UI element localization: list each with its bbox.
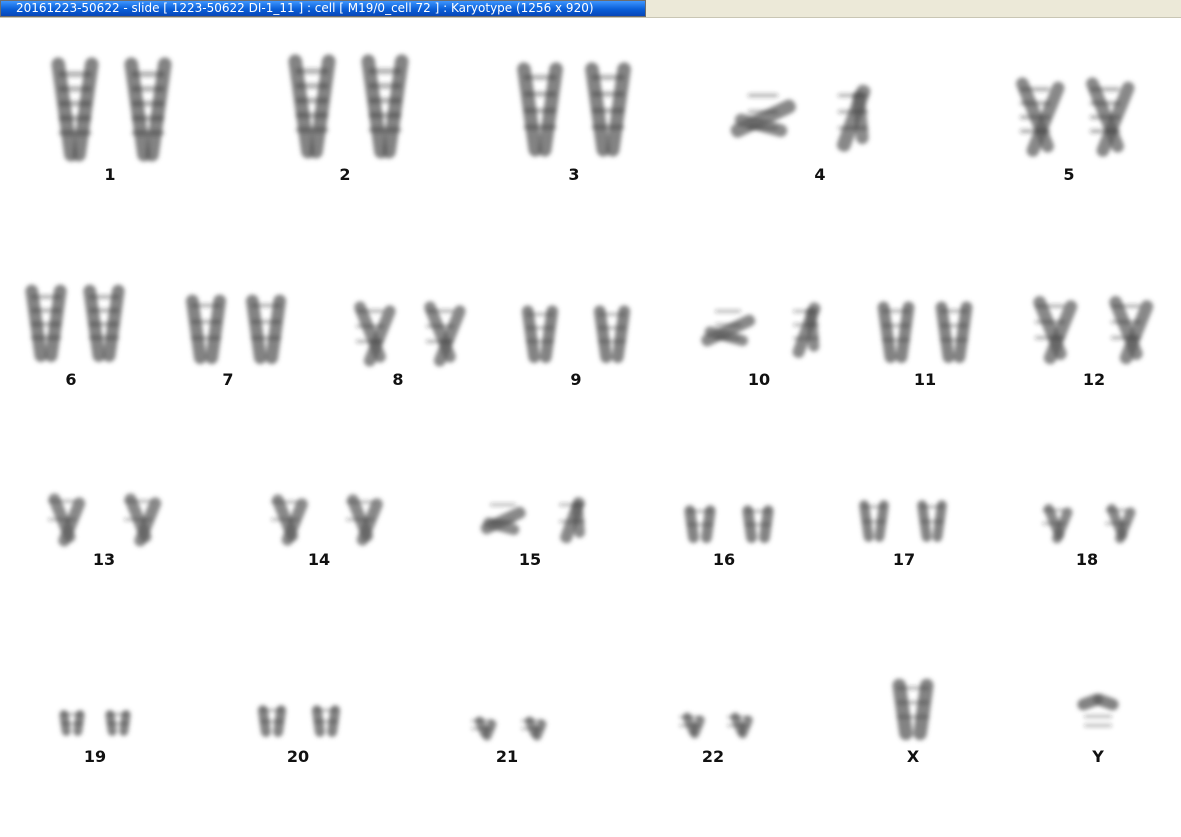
chromatid [424, 301, 466, 367]
chromatid [1086, 77, 1135, 157]
chromatid [311, 705, 341, 737]
chromatid [684, 505, 716, 544]
chromatid [679, 712, 705, 739]
chromosome-13[interactable] [47, 492, 163, 549]
chromatid [288, 54, 336, 159]
chromosome-12[interactable] [1031, 294, 1155, 366]
chromosome-label-21: 21 [495, 747, 519, 766]
chromosome-15[interactable] [479, 496, 586, 545]
chromatid [521, 716, 547, 741]
chromatid [701, 309, 756, 347]
chromatid [521, 305, 559, 364]
chromatid [1104, 504, 1136, 544]
chromosome-X[interactable] [892, 678, 935, 741]
chromatid [270, 494, 308, 546]
chromatid [593, 305, 631, 364]
chromatid [1033, 296, 1078, 365]
chromosome-label-12: 12 [1082, 370, 1106, 389]
chromosome-Y[interactable] [1076, 692, 1120, 727]
chromatid [892, 678, 934, 741]
chromatid [124, 57, 172, 162]
chromatid [59, 710, 85, 736]
chromatid [1041, 504, 1073, 544]
chromatid [354, 301, 396, 367]
chromosome-label-17: 17 [892, 550, 916, 569]
chromatid [1077, 693, 1119, 727]
chromatid [585, 62, 631, 157]
chromosome-label-3: 3 [568, 165, 580, 184]
chromatid [361, 54, 409, 159]
chromosome-3[interactable] [516, 61, 631, 157]
chromatid [105, 710, 131, 736]
chromatid [257, 705, 287, 737]
chromatid [730, 93, 796, 138]
chromosome-label-2: 2 [339, 165, 351, 184]
chromosome-8[interactable] [352, 300, 467, 369]
chromatid [877, 301, 915, 364]
chromosome-label-5: 5 [1063, 165, 1075, 184]
chromatid [727, 712, 753, 739]
chromatid [792, 302, 821, 358]
chromatid [471, 716, 497, 741]
chromatid [47, 493, 86, 547]
chromosome-1[interactable] [51, 57, 173, 163]
chromosome-22[interactable] [679, 711, 754, 740]
chromosome-label-1: 1 [104, 165, 116, 184]
chromosome-10[interactable] [699, 301, 822, 360]
chromosome-label-22: 22 [701, 747, 725, 766]
chromosome-label-16: 16 [712, 550, 736, 569]
chromosome-9[interactable] [521, 305, 631, 364]
chromatid [25, 284, 67, 363]
chromatid [1016, 77, 1065, 157]
chromosome-19[interactable] [59, 709, 131, 736]
chromosome-label-X: X [906, 747, 920, 766]
chromatid [742, 505, 774, 544]
chromosome-label-15: 15 [518, 550, 542, 569]
chromosome-18[interactable] [1041, 503, 1137, 545]
chromosome-16[interactable] [684, 505, 775, 544]
chromatid [186, 294, 226, 365]
chromatid [345, 494, 383, 546]
chromosome-5[interactable] [1014, 76, 1136, 159]
chromatid [51, 57, 99, 162]
chromosome-14[interactable] [270, 493, 384, 548]
chromosome-label-9: 9 [570, 370, 582, 389]
chromosome-11[interactable] [877, 301, 973, 364]
chromatid [83, 284, 125, 363]
chromosome-label-11: 11 [913, 370, 937, 389]
chromatid [917, 500, 947, 542]
chromatid [123, 493, 162, 547]
chromosome-4[interactable] [729, 83, 872, 154]
chromosome-20[interactable] [257, 705, 341, 738]
chromosome-2[interactable] [288, 54, 410, 160]
chromosome-label-6: 6 [65, 370, 77, 389]
chromatid [859, 500, 889, 542]
chromatid [246, 294, 286, 365]
chromosome-label-13: 13 [92, 550, 116, 569]
chromosome-label-20: 20 [286, 747, 310, 766]
chromosome-label-7: 7 [222, 370, 234, 389]
karyogram-canvas [25, 54, 1155, 742]
chromosome-7[interactable] [185, 294, 287, 365]
chromosome-21[interactable] [471, 715, 548, 742]
chromosome-label-14: 14 [307, 550, 331, 569]
chromosome-17[interactable] [859, 500, 948, 543]
chromosome-label-19: 19 [83, 747, 107, 766]
chromatid [480, 503, 526, 536]
chromatid [558, 497, 586, 544]
chromatid [517, 62, 563, 157]
chromosome-label-18: 18 [1075, 550, 1099, 569]
chromosome-label-4: 4 [814, 165, 826, 184]
chromosome-label-8: 8 [392, 370, 404, 389]
chromatid [836, 84, 871, 152]
chromatid [935, 301, 973, 364]
chromosome-label-10: 10 [747, 370, 771, 389]
chromatid [1109, 296, 1154, 365]
chromosome-6[interactable] [25, 284, 126, 363]
chromosome-label-Y: Y [1092, 747, 1104, 766]
